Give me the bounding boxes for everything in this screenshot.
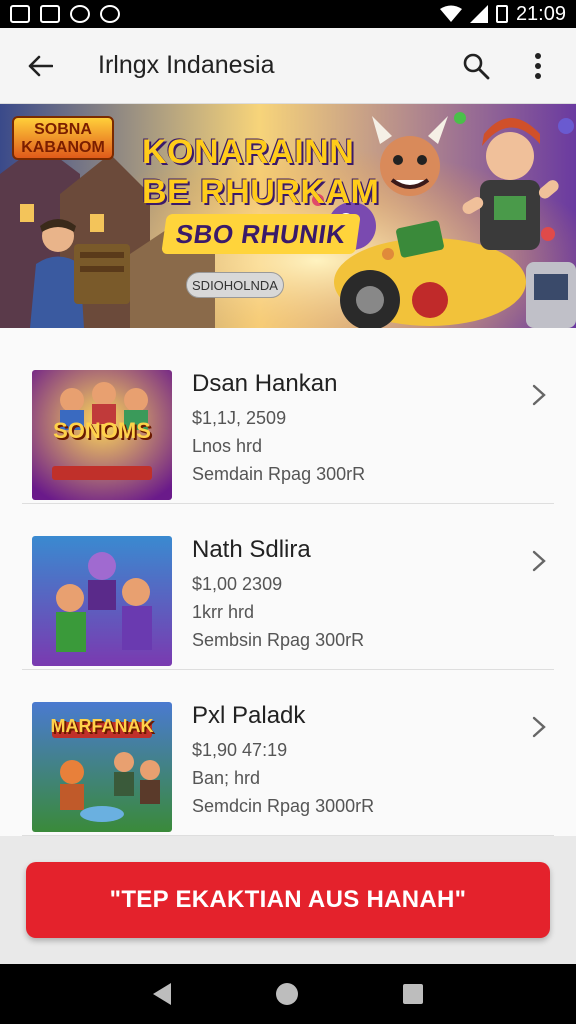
game-logo: SOBNA KABANOM: [12, 116, 114, 160]
wifi-icon: [439, 5, 462, 22]
nav-recents-icon[interactable]: [403, 984, 424, 1004]
clock: 21:09: [515, 2, 566, 25]
page-title: Irlngx Indanesia: [98, 51, 275, 79]
sync-icon: [70, 5, 90, 23]
banner-headline-line1: KONARAINN: [142, 133, 355, 171]
more-vert-icon: [535, 52, 541, 79]
overflow-menu-button[interactable]: [518, 46, 558, 86]
thumbnail-artwork: [32, 536, 172, 666]
game-thumbnail: MARFANAK: [32, 702, 172, 832]
banner-pill-button[interactable]: SDIOHOLNDA: [186, 272, 284, 298]
game-note: Sembsin Rpag 300rR: [192, 630, 365, 650]
banner-headline-line2: BE RHURKAM: [142, 173, 380, 211]
gallery-icon: [10, 5, 30, 23]
chevron-right-icon: [532, 548, 546, 579]
back-button[interactable]: [18, 44, 62, 88]
banner-headline: KONARAINN BE RHURKAM SBO RHUNIK: [142, 132, 379, 254]
thumbnail-title: SONOMS: [53, 418, 151, 443]
chevron-right-icon: [532, 382, 546, 413]
game-thumbnail: SONOMS: [32, 370, 172, 500]
list-item[interactable]: Nath Sdlira $1,00 2309 1krr hrd Sembsin …: [22, 504, 554, 670]
thumbnail-title: MARFANAK: [50, 716, 154, 736]
system-nav-bar: [0, 964, 576, 1024]
game-note: Semdcin Rpag 3000rR: [192, 796, 375, 816]
game-info: Nath Sdlira $1,00 2309 1krr hrd Sembsin …: [192, 536, 364, 654]
nav-home-icon[interactable]: [275, 983, 298, 1005]
chevron-right-icon: [532, 714, 546, 745]
primary-cta-button[interactable]: "TEP EKAKTIAN AUS HANAH": [26, 862, 550, 938]
signal-icon: [469, 5, 488, 23]
list-item[interactable]: SONOMS Dsan Hankan $1,1J, 2509 Lnos hrd …: [22, 338, 554, 504]
promo-banner[interactable]: SOBNA KABANOM KONARAINN BE RHURKAM SBO R…: [0, 104, 576, 328]
nav-back-icon[interactable]: [152, 983, 171, 1005]
game-name: Nath Sdlira: [192, 536, 311, 563]
game-price: $1,90 47:19: [192, 740, 288, 760]
game-meta: 1krr hrd: [192, 602, 255, 622]
game-name: Dsan Hankan: [192, 370, 338, 397]
messenger-icon: [100, 5, 120, 23]
game-thumbnail: [32, 536, 172, 666]
game-meta: Ban; hrd: [192, 768, 261, 788]
battery-icon: [495, 5, 508, 23]
notification-icons: [10, 5, 120, 23]
game-list: SONOMS Dsan Hankan $1,1J, 2509 Lnos hrd …: [0, 328, 576, 836]
game-info: Dsan Hankan $1,1J, 2509 Lnos hrd Semdain…: [192, 370, 365, 488]
arrow-left-icon: [28, 55, 53, 76]
status-bar: 21:09: [0, 0, 576, 28]
banner-headline-line3: SBO RHUNIK: [161, 214, 361, 254]
game-meta: Lnos hrd: [192, 436, 263, 456]
image-icon: [40, 5, 60, 23]
game-name: Pxl Paladk: [192, 702, 306, 729]
search-button[interactable]: [456, 46, 496, 86]
system-icons: 21:09: [439, 2, 566, 26]
app-bar: Irlngx Indanesia: [0, 28, 576, 104]
list-item[interactable]: MARFANAK Pxl Paladk $1,90 47:19 Ban; hrd…: [22, 670, 554, 836]
game-info: Pxl Paladk $1,90 47:19 Ban; hrd Semdcin …: [192, 702, 374, 820]
search-icon: [463, 53, 490, 79]
game-price: $1,00 2309: [192, 574, 283, 594]
game-note: Semdain Rpag 300rR: [192, 464, 366, 484]
game-price: $1,1J, 2509: [192, 408, 287, 428]
